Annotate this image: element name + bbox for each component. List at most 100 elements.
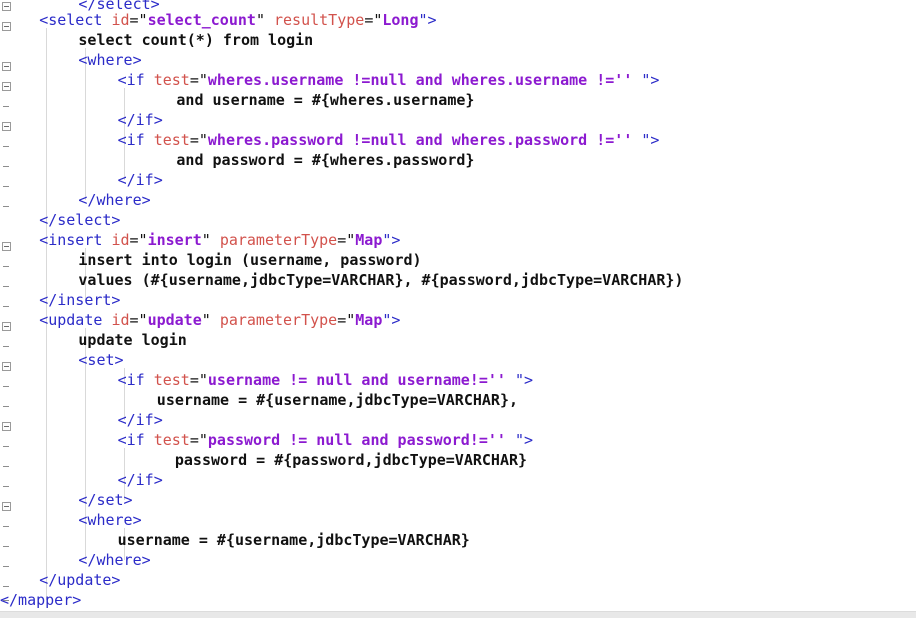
code-token-punc: =" [364,11,383,29]
code-line[interactable]: </if> [118,170,163,190]
code-token-text: select count(*) from login [78,31,314,49]
code-line[interactable]: <update id="update" parameterType="Map"> [39,310,400,330]
code-token-punc: =" [129,11,148,29]
code-editor[interactable]: </select> <select id="select_count" resul… [0,0,916,618]
code-token-attr: parameterType [219,231,338,249]
code-token-attr: id [111,11,130,29]
code-token-tag: <insert [39,231,112,249]
code-token-text: and username = #{wheres.username} [176,91,475,109]
code-token-tag: <if [117,431,154,449]
code-token-text: username = #{username,jdbcType=VARCHAR} [117,531,470,549]
code-line[interactable]: </mapper> [0,590,81,610]
code-token-text: values (#{username,jdbcType=VARCHAR}, #{… [78,271,684,289]
editor-bottom-strip [0,611,916,618]
code-token-punc: " [201,231,220,249]
code-token-text: insert into login (username, password) [78,251,422,269]
code-line[interactable]: <where> [78,50,141,70]
code-token-val: Long [382,11,419,29]
code-token-punc: =" [337,311,356,329]
code-token-val: Map [355,231,383,249]
code-token-val: wheres.password !=null and wheres.passwo… [207,131,633,149]
code-line[interactable]: <if test="username != null and username!… [118,370,533,390]
code-token-punc: =" [189,71,208,89]
code-token-tag: "> [382,311,401,329]
code-token-punc: =" [189,431,208,449]
code-token-punc [506,371,515,389]
code-token-punc: =" [129,311,148,329]
code-line[interactable]: </select> [39,210,120,230]
code-token-tag: "> [382,231,401,249]
code-line[interactable]: <if test="wheres.username !=null and whe… [118,70,660,90]
code-token-text: password = #{password,jdbcType=VARCHAR} [156,451,528,469]
code-line[interactable]: </set> [78,490,132,510]
code-token-text: and password = #{wheres.password} [176,151,475,169]
code-token-tag: "> [514,431,534,449]
code-token-tag: </where> [78,191,151,209]
code-token-attr: test [153,71,190,89]
code-text-area[interactable]: </select> <select id="select_count" resul… [0,0,916,618]
code-token-punc: =" [129,231,148,249]
code-token-attr: test [153,431,190,449]
code-token-tag: "> [418,11,437,29]
code-token-attr: parameterType [219,311,338,329]
code-token-punc: =" [189,131,208,149]
code-line[interactable]: values (#{username,jdbcType=VARCHAR}, #{… [78,270,683,290]
code-token-text: update login [78,331,187,349]
code-line[interactable]: and username = #{wheres.username} [176,90,474,110]
code-token-tag: <if [117,131,154,149]
code-line[interactable]: update login [78,330,186,350]
code-line[interactable]: username = #{username,jdbcType=VARCHAR}, [157,390,518,410]
code-line[interactable]: insert into login (username, password) [78,250,421,270]
code-token-attr: id [111,311,130,329]
code-line[interactable]: <where> [78,510,141,530]
code-token-attr: test [153,131,190,149]
code-line[interactable]: </where> [78,190,150,210]
code-token-tag: <if [117,371,154,389]
code-token-val: select_count [147,11,256,29]
code-token-tag: </if> [117,171,163,189]
code-token-tag: </update> [39,571,121,589]
code-token-tag: </where> [78,551,151,569]
code-token-tag: <select [39,11,112,29]
code-token-tag: </if> [117,471,163,489]
code-token-punc: =" [189,371,208,389]
code-token-punc [506,431,515,449]
code-token-tag: "> [641,131,660,149]
code-token-tag: <where> [78,51,142,69]
code-line[interactable]: <insert id="insert" parameterType="Map"> [39,230,400,250]
code-token-tag: </if> [117,411,163,429]
code-line[interactable]: </if> [118,110,163,130]
code-line[interactable]: <set> [78,350,123,370]
code-token-tag: <set> [78,351,124,369]
code-token-tag: "> [514,371,534,389]
code-line[interactable]: </where> [78,550,150,570]
code-token-text: username = #{username,jdbcType=VARCHAR}, [156,391,519,409]
code-token-tag: </mapper> [0,591,82,609]
code-token-val: username != null and username!='' [207,371,506,389]
code-token-tag: "> [641,71,660,89]
code-token-punc: " [255,11,274,29]
code-token-attr: id [111,231,130,249]
code-line[interactable]: <if test="wheres.password !=null and whe… [118,130,660,150]
code-line[interactable]: </if> [118,470,163,490]
code-line[interactable]: </insert> [39,290,120,310]
code-line[interactable]: password = #{password,jdbcType=VARCHAR} [157,450,527,470]
code-line[interactable]: select count(*) from login [78,30,313,50]
code-line[interactable]: <select id="select_count" resultType="Lo… [39,10,436,30]
code-line[interactable]: </update> [39,570,120,590]
code-line[interactable]: <if test="password != null and password!… [118,430,533,450]
code-token-attr: test [153,371,190,389]
code-line[interactable]: and password = #{wheres.password} [176,150,474,170]
code-token-tag: <update [39,311,112,329]
code-token-val: insert [147,231,202,249]
code-line[interactable]: username = #{username,jdbcType=VARCHAR} [118,530,470,550]
code-token-val: wheres.username !=null and wheres.userna… [207,71,633,89]
code-token-attr: resultType [274,11,365,29]
code-token-tag: </insert> [39,291,121,309]
code-token-val: update [147,311,202,329]
code-token-val: Map [355,311,383,329]
code-token-tag: <where> [78,511,142,529]
code-line[interactable]: </if> [118,410,163,430]
code-token-val: password != null and password!='' [207,431,506,449]
code-token-tag: <if [117,71,154,89]
